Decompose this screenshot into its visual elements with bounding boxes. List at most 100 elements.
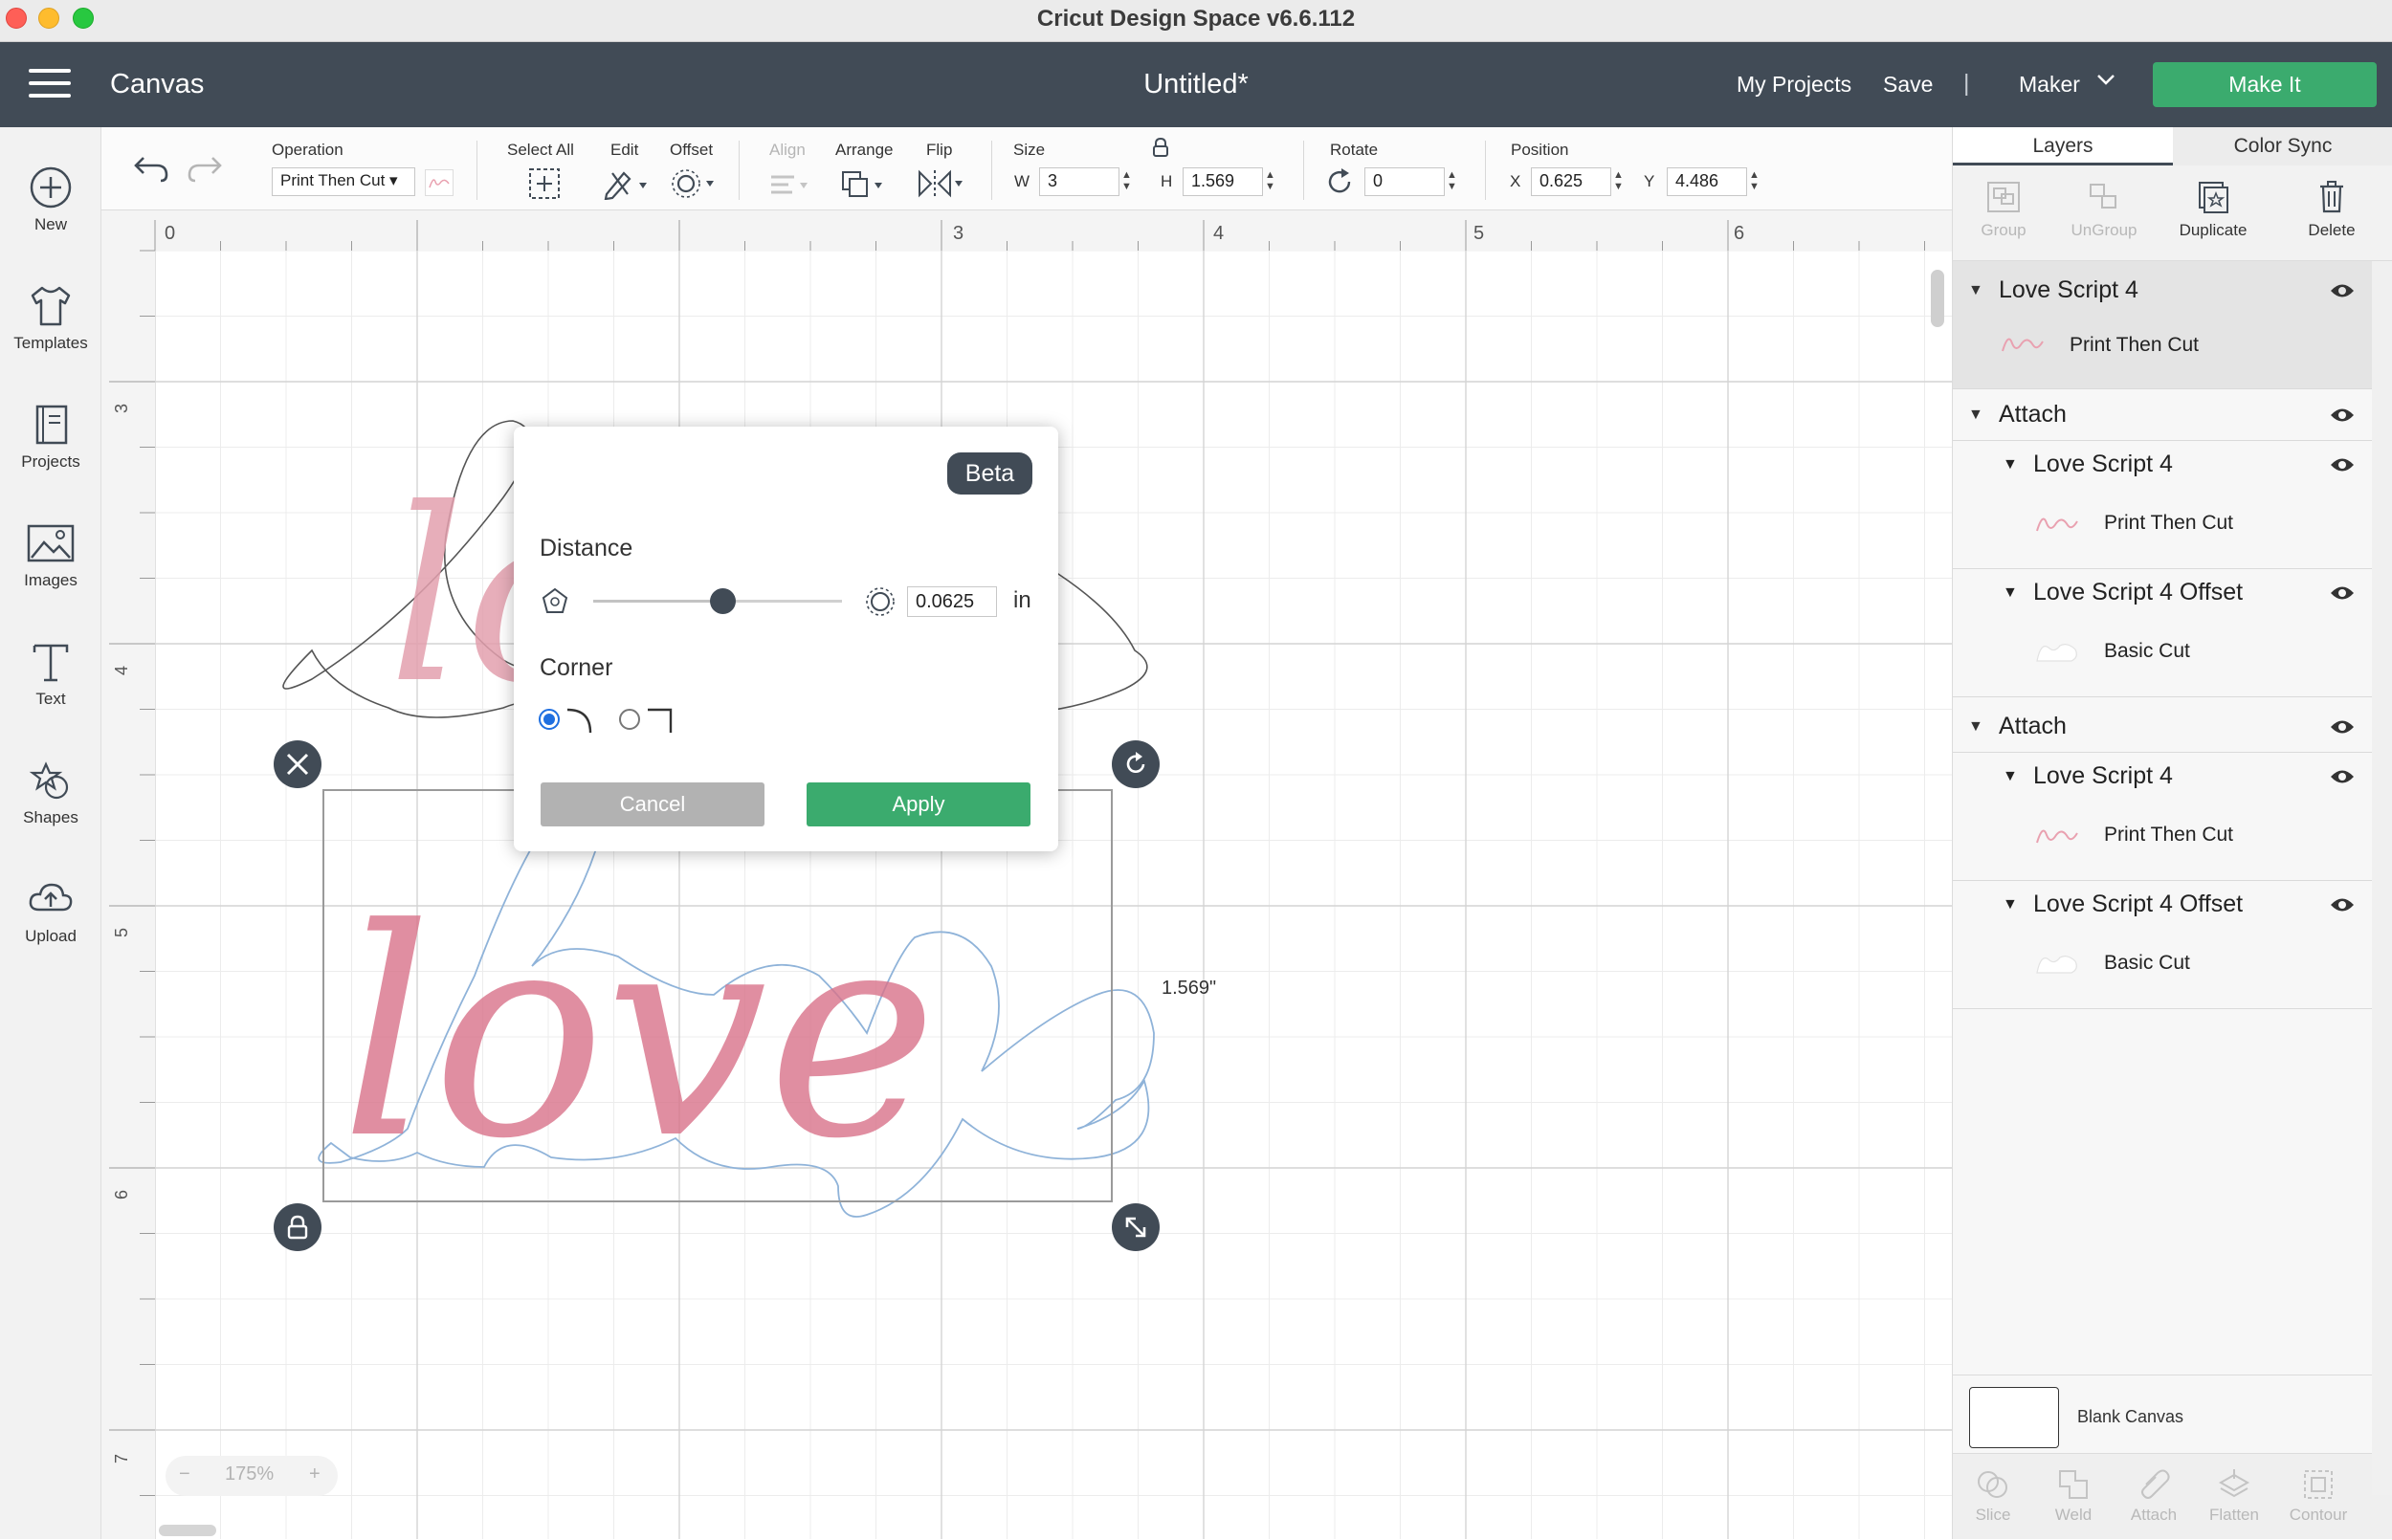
sidebar-item-label: Upload bbox=[25, 927, 77, 945]
y-input[interactable]: 4.486 bbox=[1667, 167, 1747, 196]
zoom-in-button[interactable]: + bbox=[309, 1463, 321, 1485]
corner-rounded-radio[interactable] bbox=[539, 709, 560, 730]
sidebar-item-templates[interactable]: Templates bbox=[0, 269, 101, 374]
distance-input[interactable]: 0.0625 bbox=[907, 586, 997, 617]
operation-select[interactable]: Print Then Cut ▾ bbox=[272, 167, 415, 196]
tab-color-sync[interactable]: Color Sync bbox=[2173, 127, 2392, 165]
resize-handle[interactable] bbox=[1112, 1203, 1160, 1251]
delete-button[interactable]: Delete bbox=[2284, 165, 2380, 261]
layer-item-love-script-4-offset[interactable]: ▼ Love Script 4 Offset Basic Cut bbox=[1953, 569, 2374, 697]
lock-icon[interactable] bbox=[1151, 137, 1170, 158]
redo-icon[interactable] bbox=[186, 150, 224, 185]
rotate-input[interactable]: 0 bbox=[1364, 167, 1445, 196]
expand-toggle-icon[interactable]: ▼ bbox=[2003, 768, 2018, 785]
delete-handle[interactable] bbox=[274, 740, 321, 788]
apply-button[interactable]: Apply bbox=[807, 782, 1030, 826]
expand-toggle-icon[interactable]: ▼ bbox=[2003, 896, 2018, 913]
sidebar-item-new[interactable]: New bbox=[0, 150, 101, 255]
sidebar-item-upload[interactable]: Upload bbox=[0, 862, 101, 967]
sidebar-item-label: Shapes bbox=[23, 808, 78, 826]
offset-icon[interactable] bbox=[672, 167, 720, 200]
design-canvas[interactable]: 0 3 4 5 6 3 4 5 6 7 love love 3" 1.569" bbox=[101, 210, 1952, 1539]
layer-item-love-script-4[interactable]: ▼ Love Script 4 Print Then Cut bbox=[1953, 753, 2374, 881]
text-icon bbox=[33, 644, 69, 682]
edit-icon[interactable] bbox=[603, 167, 651, 200]
layer-name: Love Script 4 bbox=[2033, 762, 2173, 789]
height-stepper[interactable]: ▲ ▼ bbox=[1265, 169, 1275, 192]
contour-button[interactable]: Contour bbox=[2278, 1454, 2359, 1540]
ungroup-label: UnGroup bbox=[2071, 221, 2137, 239]
x-input[interactable]: 0.625 bbox=[1531, 167, 1611, 196]
eye-icon[interactable] bbox=[2329, 894, 2356, 915]
my-projects-link[interactable]: My Projects bbox=[1737, 72, 1851, 98]
make-it-button[interactable]: Make It bbox=[2153, 62, 2377, 107]
width-stepper[interactable]: ▲ ▼ bbox=[1121, 169, 1132, 192]
undo-icon[interactable] bbox=[132, 150, 170, 185]
expand-toggle-icon[interactable]: ▼ bbox=[2003, 584, 2018, 602]
sidebar-item-label: Text bbox=[35, 690, 66, 708]
horizontal-scrollbar[interactable] bbox=[159, 1525, 216, 1536]
x-stepper[interactable]: ▲ ▼ bbox=[1613, 169, 1624, 192]
expand-toggle-icon[interactable]: ▼ bbox=[2003, 456, 2018, 473]
project-title[interactable]: Untitled* bbox=[1143, 69, 1249, 99]
layer-item-attach[interactable]: ▼ Attach bbox=[1953, 391, 2374, 441]
cancel-button[interactable]: Cancel bbox=[541, 782, 764, 826]
group-button[interactable]: Group bbox=[1956, 165, 2051, 261]
height-input[interactable]: 1.569 bbox=[1183, 167, 1263, 196]
layer-item-love-script-4-offset[interactable]: ▼ Love Script 4 Offset Basic Cut bbox=[1953, 881, 2374, 1009]
chevron-down-icon[interactable] bbox=[2095, 67, 2116, 97]
flatten-button[interactable]: Flatten bbox=[2194, 1454, 2274, 1540]
window-title-bar: Cricut Design Space v6.6.112 bbox=[0, 0, 2392, 42]
operation-swatch[interactable] bbox=[425, 169, 454, 196]
lock-handle[interactable] bbox=[274, 1203, 321, 1251]
machine-select[interactable]: Maker bbox=[2019, 72, 2080, 98]
y-label: Y bbox=[1644, 172, 1655, 190]
ungroup-button[interactable]: UnGroup bbox=[2056, 165, 2152, 261]
layer-operation: Print Then Cut bbox=[2104, 824, 2234, 846]
save-button[interactable]: Save bbox=[1883, 72, 1933, 98]
zoom-control: − 175% + bbox=[166, 1456, 338, 1496]
eye-icon[interactable] bbox=[2329, 716, 2356, 737]
layers-scrollbar[interactable] bbox=[2372, 261, 2392, 1495]
slice-button[interactable]: Slice bbox=[1953, 1454, 2033, 1540]
layer-thumbnail bbox=[2036, 956, 2077, 974]
arrange-icon[interactable] bbox=[840, 167, 888, 200]
expand-toggle-icon[interactable]: ▼ bbox=[1968, 718, 1983, 736]
tab-layers[interactable]: Layers bbox=[1953, 127, 2173, 165]
sidebar-item-images[interactable]: Images bbox=[0, 506, 101, 611]
flip-icon[interactable] bbox=[917, 167, 968, 200]
eye-icon[interactable] bbox=[2329, 454, 2356, 475]
width-input[interactable]: 3 bbox=[1039, 167, 1119, 196]
layer-item-attach[interactable]: ▼ Attach bbox=[1953, 703, 2374, 753]
corner-square-radio[interactable] bbox=[619, 709, 640, 730]
vertical-scrollbar[interactable] bbox=[1931, 270, 1944, 327]
duplicate-button[interactable]: Duplicate bbox=[2165, 165, 2261, 261]
layer-name: Love Script 4 Offset bbox=[2033, 579, 2244, 605]
eye-icon[interactable] bbox=[2329, 280, 2356, 301]
ruler-label: 5 bbox=[112, 928, 131, 937]
blank-canvas-row[interactable]: Blank Canvas bbox=[1953, 1375, 2392, 1451]
sidebar-item-text[interactable]: Text bbox=[0, 625, 101, 730]
sidebar-item-projects[interactable]: Projects bbox=[0, 387, 101, 493]
zoom-out-button[interactable]: − bbox=[179, 1463, 190, 1485]
attach-button[interactable]: Attach bbox=[2114, 1454, 2194, 1540]
align-icon[interactable] bbox=[767, 167, 815, 200]
rotate-stepper[interactable]: ▲ ▼ bbox=[1447, 169, 1457, 192]
shapes-icon bbox=[29, 761, 69, 800]
eye-icon[interactable] bbox=[2329, 766, 2356, 787]
rotate-handle[interactable] bbox=[1112, 740, 1160, 788]
select-all-icon[interactable] bbox=[528, 167, 561, 200]
layer-item-love-script-4[interactable]: ▼ Love Script 4 Print Then Cut bbox=[1953, 261, 2374, 389]
weld-button[interactable]: Weld bbox=[2033, 1454, 2114, 1540]
menu-icon[interactable] bbox=[29, 69, 71, 101]
layer-item-love-script-4[interactable]: ▼ Love Script 4 Print Then Cut bbox=[1953, 441, 2374, 569]
y-stepper[interactable]: ▲ ▼ bbox=[1749, 169, 1760, 192]
eye-icon[interactable] bbox=[2329, 405, 2356, 426]
expand-toggle-icon[interactable]: ▼ bbox=[1968, 282, 1983, 299]
distance-slider-thumb[interactable] bbox=[710, 588, 737, 614]
resize-icon bbox=[1125, 1217, 1146, 1238]
sidebar-item-shapes[interactable]: Shapes bbox=[0, 743, 101, 848]
blank-canvas-swatch[interactable] bbox=[1969, 1387, 2059, 1448]
expand-toggle-icon[interactable]: ▼ bbox=[1968, 407, 1983, 424]
eye-icon[interactable] bbox=[2329, 583, 2356, 604]
